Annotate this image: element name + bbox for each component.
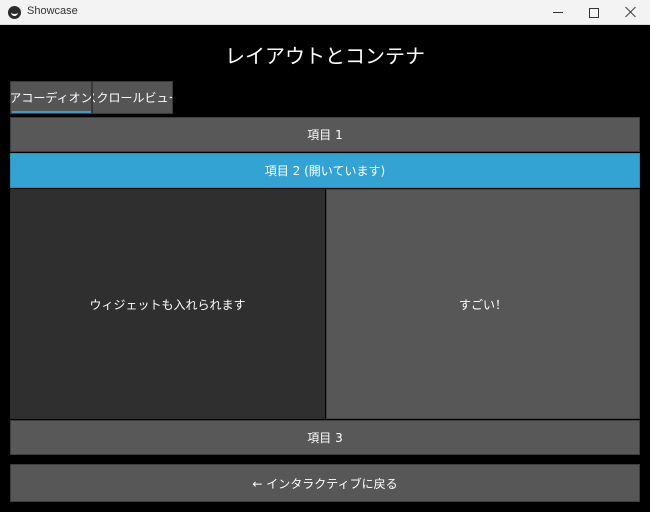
accordion-item-1[interactable]: 項目 1: [10, 117, 640, 152]
tab-scrollview[interactable]: スクロールビュー: [92, 81, 173, 114]
accordion-content: ウィジェットも入れられます すごい！: [10, 189, 640, 419]
content-label: ウィジェットも入れられます: [89, 297, 246, 312]
content-panel-left: ウィジェットも入れられます: [10, 189, 325, 419]
accordion-item-3[interactable]: 項目 3: [10, 420, 640, 455]
accordion-item-2[interactable]: 項目 2 (開いています): [10, 153, 640, 188]
back-to-interactive-button[interactable]: ← インタラクティブに戻る: [10, 464, 640, 502]
active-tab-indicator: [12, 111, 91, 113]
tab-label: スクロールビュー: [93, 91, 172, 105]
window-titlebar: Showcase: [0, 0, 650, 25]
window-title: Showcase: [27, 5, 78, 17]
accordion-item-label: 項目 2 (開いています): [264, 164, 386, 178]
tab-accordion[interactable]: アコーディオン: [10, 81, 92, 114]
accordion-item-label: 項目 1: [307, 128, 343, 142]
content-button-right[interactable]: すごい！: [326, 189, 640, 419]
accordion-item-label: 項目 3: [307, 431, 343, 445]
maximize-icon[interactable]: [586, 0, 626, 25]
close-icon[interactable]: [624, 5, 638, 19]
content-label: すごい！: [458, 297, 507, 312]
page-title: レイアウトとコンテナ: [225, 44, 425, 68]
back-button-label: ← インタラクティブに戻る: [252, 476, 398, 491]
tab-label: アコーディオン: [10, 91, 92, 105]
kivy-logo-icon: [8, 6, 21, 19]
minimize-icon[interactable]: [546, 0, 586, 25]
